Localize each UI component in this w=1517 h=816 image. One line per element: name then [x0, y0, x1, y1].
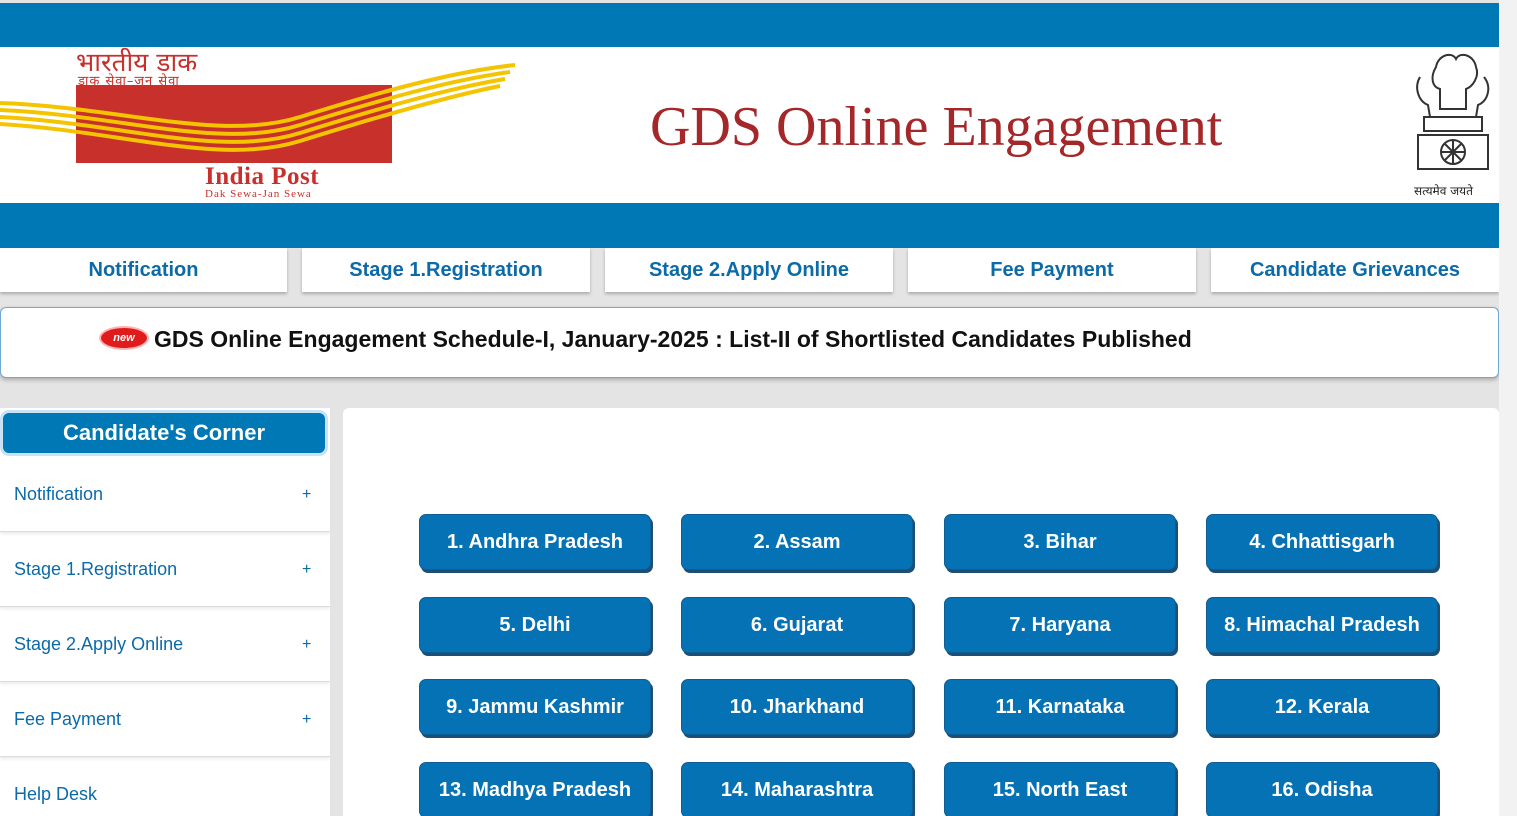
- page-gutter: [1499, 0, 1517, 816]
- state-button-himachal-pradesh[interactable]: 8. Himachal Pradesh: [1206, 597, 1438, 653]
- sidebar-item-label: Fee Payment: [14, 709, 122, 729]
- logo-english-text: India Post: [205, 163, 320, 190]
- candidates-corner-title: Candidate's Corner: [3, 413, 325, 453]
- state-button-haryana[interactable]: 7. Haryana: [944, 597, 1176, 653]
- top-blue-band: [0, 0, 1499, 47]
- state-button-karnataka[interactable]: 11. Karnataka: [944, 679, 1176, 735]
- sidebar-item-stage2-apply-online[interactable]: Stage 2.Apply Online +: [0, 608, 330, 682]
- logo-english-subtext: Dak Sewa-Jan Sewa: [205, 188, 312, 200]
- expand-plus-icon: +: [302, 486, 312, 503]
- sidebar-item-label: Help Desk: [14, 784, 98, 804]
- sidebar-item-label: Stage 1.Registration: [14, 559, 178, 579]
- candidates-corner-sidebar: Candidate's Corner Notification + Stage …: [0, 408, 330, 816]
- expand-plus-icon: +: [302, 711, 312, 728]
- state-button-andhra-pradesh[interactable]: 1. Andhra Pradesh: [419, 514, 651, 570]
- state-button-assam[interactable]: 2. Assam: [681, 514, 913, 570]
- site-title: GDS Online Engagement: [650, 96, 1223, 158]
- nav-fee-payment[interactable]: Fee Payment: [908, 248, 1196, 292]
- state-button-jharkhand[interactable]: 10. Jharkhand: [681, 679, 913, 735]
- state-button-chhattisgarh[interactable]: 4. Chhattisgarh: [1206, 514, 1438, 570]
- nav-stage1-registration[interactable]: Stage 1.Registration: [302, 248, 590, 292]
- state-button-madhya-pradesh[interactable]: 13. Madhya Pradesh: [419, 762, 651, 816]
- sidebar-item-stage1-registration[interactable]: Stage 1.Registration +: [0, 533, 330, 607]
- sidebar-item-help-desk[interactable]: Help Desk: [0, 758, 330, 816]
- india-post-logo[interactable]: भारतीय डाक डाक सेवा–जन सेवा India Post D…: [0, 47, 520, 203]
- state-button-north-east[interactable]: 15. North East: [944, 762, 1176, 816]
- state-button-delhi[interactable]: 5. Delhi: [419, 597, 651, 653]
- sidebar-item-notification[interactable]: Notification +: [0, 458, 330, 532]
- national-emblem-icon: [1406, 47, 1498, 203]
- bottom-blue-band: [0, 203, 1499, 248]
- emblem-motto: सत्यमेव जयते: [1414, 184, 1473, 198]
- sidebar-item-label: Stage 2.Apply Online: [14, 634, 184, 654]
- state-button-jammu-kashmir[interactable]: 9. Jammu Kashmir: [419, 679, 651, 735]
- main-nav: Notification Stage 1.Registration Stage …: [0, 248, 1499, 292]
- state-button-bihar[interactable]: 3. Bihar: [944, 514, 1176, 570]
- state-button-gujarat[interactable]: 6. Gujarat: [681, 597, 913, 653]
- state-button-kerala[interactable]: 12. Kerala: [1206, 679, 1438, 735]
- logo-hindi-subtext: डाक सेवा–जन सेवा: [78, 74, 180, 89]
- new-badge-icon: new: [101, 328, 147, 348]
- nav-notification[interactable]: Notification: [0, 248, 287, 292]
- nav-stage2-apply-online[interactable]: Stage 2.Apply Online: [605, 248, 893, 292]
- nav-candidate-grievances[interactable]: Candidate Grievances: [1211, 248, 1499, 292]
- state-selection-panel: 1. Andhra Pradesh 2. Assam 3. Bihar 4. C…: [343, 408, 1499, 816]
- expand-plus-icon: +: [302, 561, 312, 578]
- sidebar-item-fee-payment[interactable]: Fee Payment +: [0, 683, 330, 757]
- state-button-odisha[interactable]: 16. Odisha: [1206, 762, 1438, 816]
- announcement-link[interactable]: GDS Online Engagement Schedule-I, Januar…: [154, 326, 1192, 353]
- announcement-ticker: new GDS Online Engagement Schedule-I, Ja…: [0, 307, 1499, 378]
- header-banner: भारतीय डाक डाक सेवा–जन सेवा India Post D…: [0, 47, 1499, 203]
- state-button-maharashtra[interactable]: 14. Maharashtra: [681, 762, 913, 816]
- expand-plus-icon: +: [302, 636, 312, 653]
- sidebar-item-label: Notification: [14, 484, 104, 504]
- page: भारतीय डाक डाक सेवा–जन सेवा India Post D…: [0, 0, 1499, 816]
